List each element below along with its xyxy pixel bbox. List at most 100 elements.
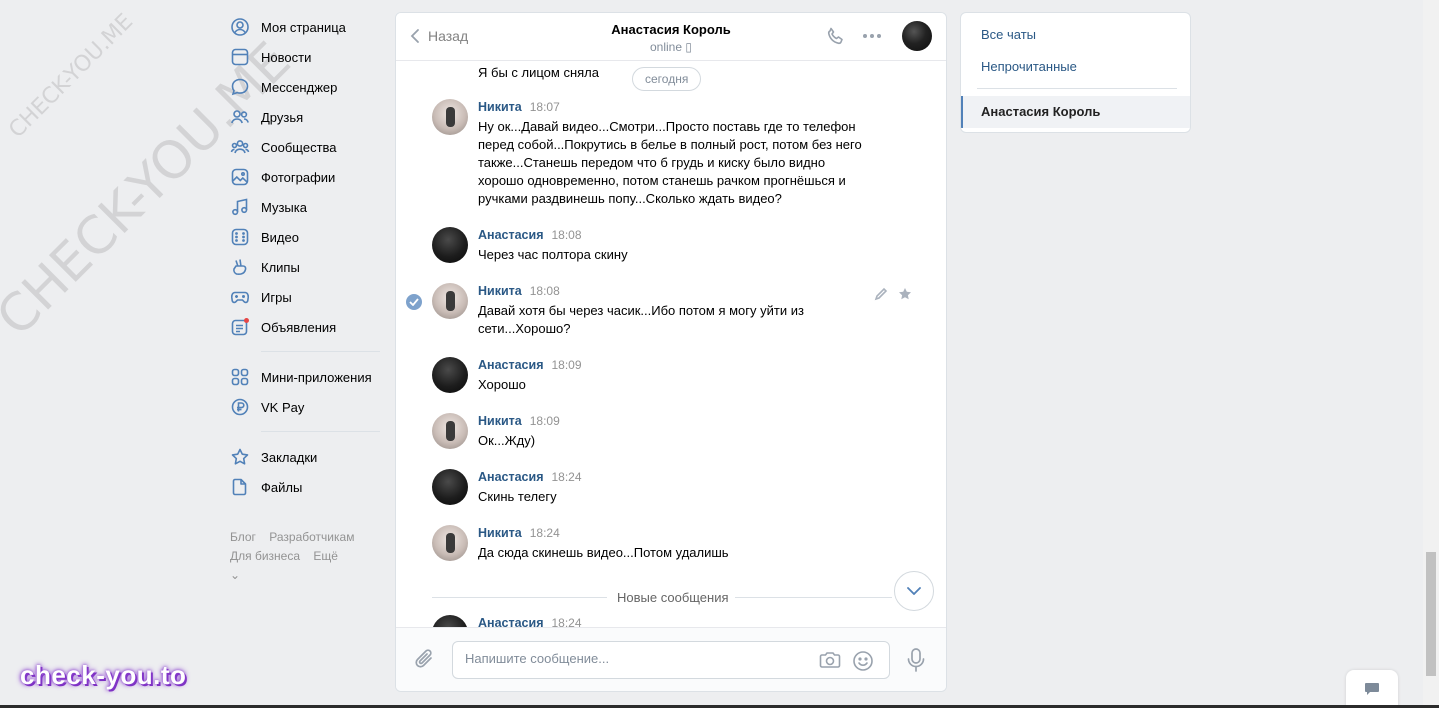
nav-label: Мини-приложения [261,369,372,385]
divider [977,88,1177,89]
nav-label: Объявления [261,319,337,335]
previous-message-text: Я бы с лицом сняла [478,65,599,80]
message-time: 18:24 [551,470,582,484]
mini-apps-icon [230,367,250,387]
chat-filter-panel: Все чаты Непрочитанные Анастасия Король [960,12,1191,133]
nav-video[interactable]: Видео [230,222,380,252]
avatar[interactable] [432,469,468,505]
photo-icon [230,167,250,187]
nav-ads[interactable]: Объявления [230,312,380,342]
composer [396,627,946,691]
avatar[interactable] [432,413,468,449]
message-author[interactable]: Никита 18:24 [478,526,560,540]
scroll-down-button[interactable] [894,571,934,611]
paperclip-icon[interactable] [414,647,436,674]
selected-check-icon[interactable] [406,294,422,310]
news-icon [230,47,250,67]
message-author[interactable]: Анастасия 18:08 [478,228,582,242]
author-name: Никита [478,526,522,540]
avatar[interactable] [432,227,468,263]
message-actions [866,285,914,303]
author-name: Никита [478,284,522,298]
music-icon [230,197,250,217]
nav-label: Музыка [261,199,307,215]
nav-news[interactable]: Новости [230,42,380,72]
message-time: 18:24 [529,526,560,540]
new-messages-divider: Новые сообщения [432,588,892,608]
floating-chat-button[interactable] [1346,670,1398,708]
video-icon [230,227,250,247]
footer-more-label: Ещё [313,549,338,563]
nav-vkpay[interactable]: VK Pay [230,392,380,422]
unread-link[interactable]: Непрочитанные [981,59,1077,74]
all-chats-link[interactable]: Все чаты [981,27,1036,42]
active-chat-label: Анастасия Король [981,104,1101,119]
nav-clips[interactable]: Клипы [230,252,380,282]
message-author[interactable]: Анастасия 18:09 [478,358,582,372]
brand-watermark: check-you.to [20,660,187,690]
page-scrollbar[interactable] [1423,0,1439,708]
author-name: Анастасия [478,358,544,372]
active-chat-item[interactable]: Анастасия Король [961,96,1190,128]
call-icon[interactable] [824,24,848,48]
header-actions [812,21,932,51]
chat-avatar[interactable] [902,21,932,51]
message-list[interactable]: Я бы с лицом сняла сегодня Никита 18:07 Н… [396,61,946,629]
author-name: Никита [478,414,522,428]
footer-dev-link[interactable]: Разработчикам [269,530,354,544]
vkpay-icon [230,397,250,417]
avatar[interactable] [432,525,468,561]
bookmark-icon [230,447,250,467]
ads-icon [230,317,250,337]
nav-friends[interactable]: Друзья [230,102,380,132]
nav-mini-apps[interactable]: Мини-приложения [230,362,380,392]
message-input-box[interactable] [452,641,890,679]
message-text: Да сюда скинешь видео...Потом удалишь [478,545,729,560]
message-author[interactable]: Никита 18:09 [478,414,560,428]
message-text: Ну ок...Давай видео...Смотри...Просто по… [478,119,862,206]
star-icon[interactable] [896,285,914,303]
microphone-icon[interactable] [906,647,926,676]
nav-label: Моя страница [261,19,346,35]
friends-icon [230,107,250,127]
nav-files[interactable]: Файлы [230,472,380,502]
nav-label: Игры [261,289,292,305]
message-author[interactable]: Анастасия 18:24 [478,470,582,484]
message-input[interactable] [465,651,805,666]
camera-icon[interactable] [819,650,841,673]
message-time: 18:09 [551,358,582,372]
message-author[interactable]: Никита 18:08 [478,284,560,298]
edit-icon[interactable] [872,285,890,303]
message-time: 18:08 [551,228,582,242]
nav-label: Мессенджер [261,79,338,95]
footer-business-link[interactable]: Для бизнеса [230,549,300,563]
nav-my-page[interactable]: Моя страница [230,12,380,42]
emoji-icon[interactable] [852,650,874,675]
avatar[interactable] [432,283,468,319]
nav-music[interactable]: Музыка [230,192,380,222]
mobile-phone-icon: ▯ [685,40,692,54]
left-navigation: Моя страница Новости Мессенджер Друзья С… [230,12,380,585]
divider-line [432,597,607,598]
nav-bookmarks[interactable]: Закладки [230,442,380,472]
avatar[interactable] [432,357,468,393]
nav-label: Фотографии [261,169,336,185]
scrollbar-thumb[interactable] [1426,552,1436,676]
communities-icon [230,137,250,157]
message-text: Хорошо [478,377,526,392]
more-icon[interactable] [860,24,884,48]
nav-messenger[interactable]: Мессенджер [230,72,380,102]
chevron-down-icon: ⌄ [230,568,241,582]
footer-blog-link[interactable]: Блог [230,530,256,544]
nav-label: Друзья [261,109,304,125]
avatar[interactable] [432,99,468,135]
nav-label: Сообщества [261,139,337,155]
nav-communities[interactable]: Сообщества [230,132,380,162]
nav-games[interactable]: Игры [230,282,380,312]
message-author[interactable]: Никита 18:07 [478,100,560,114]
nav-label: VK Pay [261,399,305,415]
file-icon [230,477,250,497]
nav-photos[interactable]: Фотографии [230,162,380,192]
clips-icon [230,257,250,277]
footer-links: Блог Разработчикам Для бизнеса Ещё ⌄ [230,528,380,585]
